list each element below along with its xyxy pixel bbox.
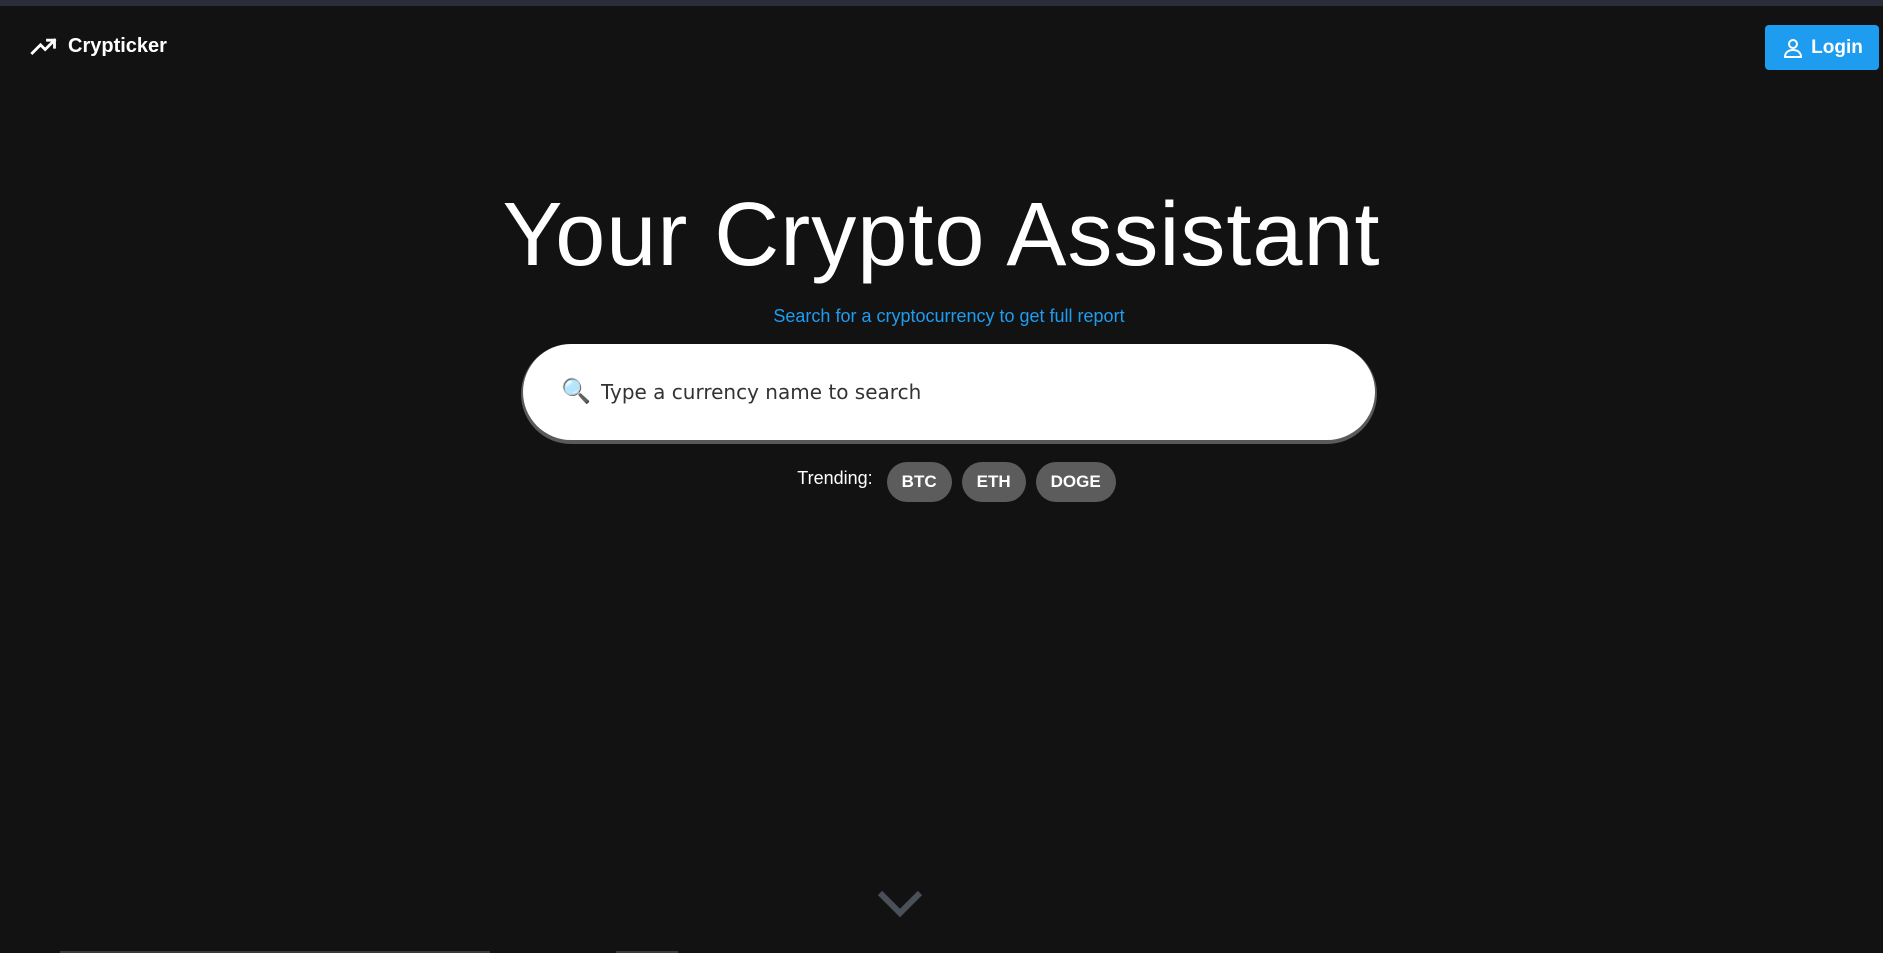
page-subtitle: Search for a cryptocurrency to get full … xyxy=(773,306,1125,326)
login-button[interactable]: Login xyxy=(1765,25,1879,70)
brand-name: Crypticker xyxy=(68,34,167,57)
trending-chip-doge[interactable]: DOGE xyxy=(1035,462,1116,502)
search-bar[interactable]: 🔍 xyxy=(523,344,1375,440)
navbar: Crypticker Login xyxy=(0,6,1883,86)
trending-up-icon xyxy=(30,32,58,60)
trending-label: Trending: xyxy=(797,468,873,488)
trending-section: Trending: BTC ETH DOGE xyxy=(0,462,1883,502)
login-label: Login xyxy=(1811,36,1863,58)
chevron-down-icon xyxy=(876,888,924,920)
user-icon xyxy=(1781,36,1805,60)
trending-chip-eth[interactable]: ETH xyxy=(961,462,1026,502)
trending-chip-btc[interactable]: BTC xyxy=(886,462,952,502)
search-icon: 🔍 xyxy=(561,378,591,405)
brand-logo[interactable]: Crypticker xyxy=(30,32,167,60)
search-input[interactable] xyxy=(598,379,1363,405)
scroll-down-button[interactable] xyxy=(876,888,924,920)
page-title: Your Crypto Assistant xyxy=(502,185,1381,285)
